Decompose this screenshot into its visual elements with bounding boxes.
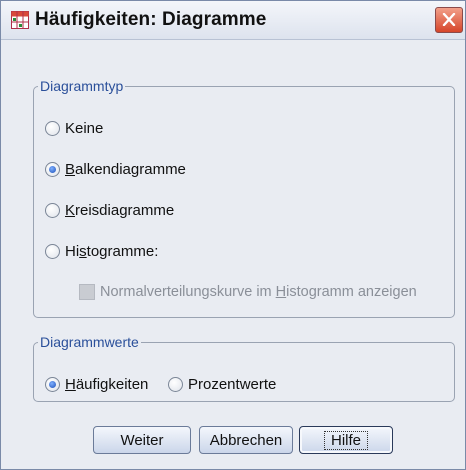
checkbox-label: Normalverteilungskurve im Histogramm anz…: [100, 284, 417, 300]
diagrammtyp-group: Diagrammtyp: [33, 78, 455, 318]
title-bar[interactable]: Häufigkeiten: Diagramme: [1, 1, 465, 40]
dialog-window: Häufigkeiten: Diagramme Diagrammtyp Kein…: [0, 0, 466, 470]
checkbox[interactable]: [79, 284, 95, 300]
radio-kreisdiagramme[interactable]: Kreisdiagramme: [45, 202, 174, 219]
radio-balkendiagramme[interactable]: Balkendiagramme: [45, 161, 186, 178]
hilfe-button[interactable]: Hilfe: [299, 426, 393, 454]
radio-button[interactable]: [168, 377, 183, 392]
radio-prozentwerte[interactable]: Prozentwerte: [168, 376, 276, 393]
radio-button[interactable]: [45, 162, 60, 177]
radio-label: Balkendiagramme: [65, 161, 186, 178]
radio-button[interactable]: [45, 244, 60, 259]
bar-chart-table-icon: [11, 11, 29, 29]
abbrechen-label: Abbrechen: [209, 431, 283, 449]
radio-label: Häufigkeiten: [65, 376, 149, 393]
window-title: Häufigkeiten: Diagramme: [35, 9, 267, 30]
close-icon: [442, 13, 456, 26]
abbrechen-button[interactable]: Abbrechen: [199, 426, 293, 454]
radio-button[interactable]: [45, 377, 60, 392]
radio-haeufigkeiten[interactable]: Häufigkeiten: [45, 376, 148, 393]
weiter-label: Weiter: [120, 431, 164, 449]
radio-button[interactable]: [45, 203, 60, 218]
diagrammwerte-legend: Diagrammwerte: [40, 334, 139, 350]
radio-keine[interactable]: Keine: [45, 120, 103, 137]
diagrammtyp-legend: Diagrammtyp: [40, 78, 124, 94]
radio-label: Kreisdiagramme: [65, 202, 175, 219]
radio-button[interactable]: [45, 121, 60, 136]
hilfe-label: Hilfe: [323, 430, 369, 450]
radio-label: Keine: [65, 120, 104, 137]
weiter-button[interactable]: Weiter: [93, 426, 191, 454]
radio-label: Histogramme:: [65, 243, 159, 260]
radio-label: Prozentwerte: [188, 376, 277, 393]
close-button[interactable]: [435, 7, 463, 33]
checkbox-normalverteilungskurve[interactable]: Normalverteilungskurve im Histogramm anz…: [79, 284, 417, 300]
radio-histogramme[interactable]: Histogramme:: [45, 243, 158, 260]
dialog-body: Diagrammtyp Keine Balkendiagramme Kreisd…: [1, 40, 465, 469]
